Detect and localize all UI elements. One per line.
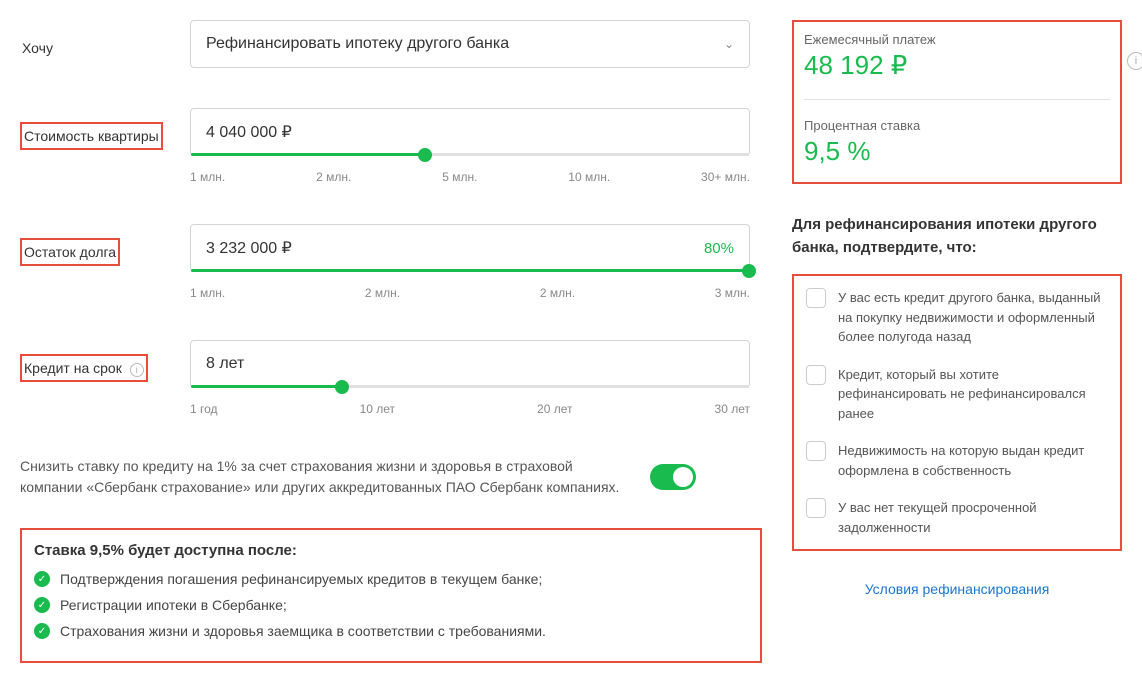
check-icon: ✓ (34, 571, 50, 587)
payment-label: Ежемесячный платеж (804, 32, 1110, 47)
term-ticks: 1 год 10 лет 20 лет 30 лет (190, 402, 750, 416)
debt-ticks: 1 млн. 2 млн. 2 млн. 3 млн. (190, 286, 750, 300)
term-label: Кредит на срок i (20, 354, 148, 382)
price-input[interactable]: 4 040 000 ₽ (190, 108, 750, 156)
check-icon: ✓ (34, 623, 50, 639)
rate-item: ✓Регистрации ипотеки в Сбербанке; (34, 597, 748, 613)
chevron-down-icon: ⌄ (724, 37, 734, 51)
term-slider-thumb[interactable] (335, 380, 349, 394)
want-value: Рефинансировать ипотеку другого банка (206, 35, 509, 53)
debt-value: 3 232 000 ₽ (206, 238, 292, 258)
term-input[interactable]: 8 лет (190, 340, 750, 388)
debt-percent: 80% (704, 240, 734, 257)
confirm-text: Кредит, который вы хотите рефинансироват… (838, 365, 1108, 424)
check-icon: ✓ (34, 597, 50, 613)
insurance-text: Снизить ставку по кредиту на 1% за счет … (20, 456, 620, 498)
confirm-checkbox-3[interactable] (806, 441, 826, 461)
term-value: 8 лет (206, 355, 244, 373)
debt-label: Остаток долга (20, 238, 120, 266)
info-icon[interactable]: i (1127, 52, 1142, 70)
price-slider-thumb[interactable] (418, 148, 432, 162)
want-label: Хочу (20, 36, 55, 60)
rate-label: Процентная ставка (804, 118, 1110, 133)
confirm-text: У вас нет текущей просроченной задолженн… (838, 498, 1108, 537)
want-select[interactable]: Рефинансировать ипотеку другого банка ⌄ (190, 20, 750, 68)
debt-slider[interactable] (191, 269, 749, 272)
insurance-toggle[interactable] (650, 464, 696, 490)
terms-link[interactable]: Условия рефинансирования (792, 581, 1122, 597)
price-slider[interactable] (191, 153, 749, 156)
rate-conditions: Ставка 9,5% будет доступна после: ✓Подтв… (20, 528, 762, 663)
summary-card: Ежемесячный платеж 48 192 ₽ Процентная с… (792, 20, 1122, 184)
payment-value: 48 192 ₽ (804, 50, 1110, 81)
sidebar: Ежемесячный платеж 48 192 ₽ Процентная с… (792, 20, 1122, 663)
confirm-checkbox-1[interactable] (806, 288, 826, 308)
confirm-checkbox-4[interactable] (806, 498, 826, 518)
confirm-text: Недвижимость на которую выдан кредит офо… (838, 441, 1108, 480)
debt-slider-thumb[interactable] (742, 264, 756, 278)
calculator-form: Хочу Рефинансировать ипотеку другого бан… (20, 20, 762, 663)
confirm-title: Для рефинансирования ипотеки другого бан… (792, 214, 1122, 259)
confirm-checkbox-2[interactable] (806, 365, 826, 385)
info-icon[interactable]: i (130, 363, 144, 377)
rate-item: ✓Подтверждения погашения рефинансируемых… (34, 571, 748, 587)
rate-title: Ставка 9,5% будет доступна после: (34, 542, 748, 559)
price-ticks: 1 млн. 2 млн. 5 млн. 10 млн. 30+ млн. (190, 170, 750, 184)
term-slider[interactable] (191, 385, 749, 388)
rate-item: ✓Страхования жизни и здоровья заемщика в… (34, 623, 748, 639)
price-value: 4 040 000 ₽ (206, 122, 292, 142)
rate-value: 9,5 % (804, 136, 1110, 167)
confirm-list: У вас есть кредит другого банка, выданны… (792, 274, 1122, 551)
debt-input[interactable]: 3 232 000 ₽ 80% (190, 224, 750, 272)
price-label: Стоимость квартиры (20, 122, 163, 150)
confirm-text: У вас есть кредит другого банка, выданны… (838, 288, 1108, 347)
